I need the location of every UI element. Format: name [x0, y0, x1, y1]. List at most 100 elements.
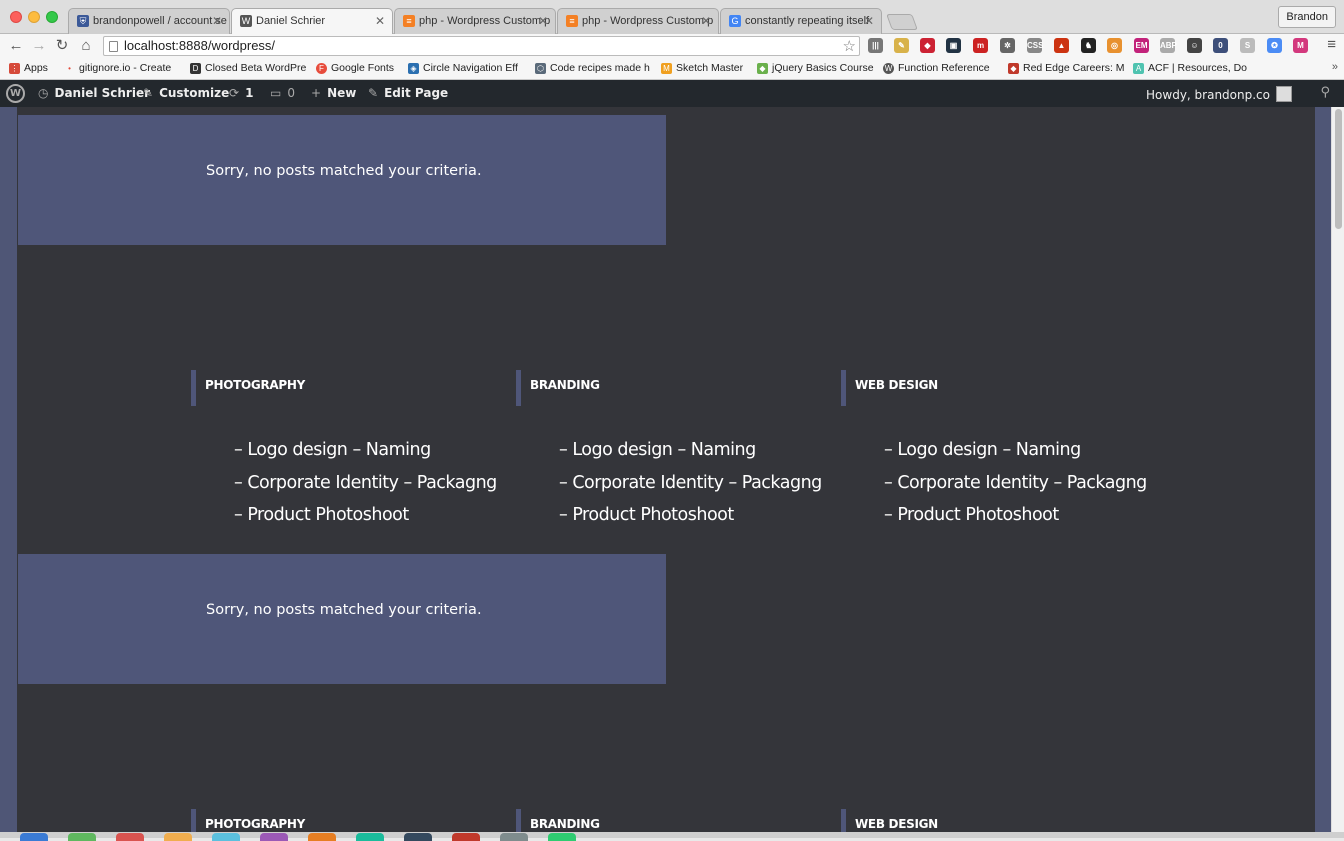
updates-count: 1	[245, 86, 254, 100]
s-ext-icon[interactable]: S	[1240, 38, 1255, 53]
wordpress-icon: W	[883, 63, 894, 74]
ruby-ext-icon[interactable]: ◆	[920, 38, 935, 53]
bookmark-label: Code recipes made h	[550, 62, 650, 74]
new-tab-button[interactable]	[886, 14, 918, 30]
page-viewport: Sorry, no posts matched your criteria. P…	[0, 107, 1344, 838]
closed-beta-icon: D	[190, 63, 201, 74]
dock-app-icon[interactable]	[548, 833, 576, 841]
browser-tab[interactable]: G constantly repeating itself ✕	[720, 8, 882, 34]
tab-title: constantly repeating itself	[745, 15, 870, 27]
admin-edit-page[interactable]: ✎ Edit Page	[368, 86, 448, 100]
home-icon[interactable]: ⌂	[76, 36, 96, 56]
page-body: Sorry, no posts matched your criteria. P…	[17, 107, 1315, 838]
service-list: – Logo design – Naming – Corporate Ident…	[191, 440, 497, 538]
css-ext-icon[interactable]: CSS	[1027, 38, 1043, 53]
profile-button[interactable]: Brandon	[1278, 6, 1336, 28]
browser-tab[interactable]: ≡ php - Wordpress Custom p ✕	[557, 8, 719, 34]
admin-comments[interactable]: ▭ 0	[270, 86, 295, 100]
apps-grid-icon: ⋮	[9, 63, 20, 74]
bookmark-star-icon[interactable]: ☆	[843, 37, 856, 55]
admin-customize[interactable]: ✎ Customize	[143, 86, 229, 100]
dock-app-icon[interactable]	[356, 833, 384, 841]
codrops-icon: ◈	[408, 63, 419, 74]
bookmarks-ext-icon[interactable]: |||	[868, 38, 883, 53]
m-ext-icon[interactable]: m	[973, 38, 988, 53]
reload-icon[interactable]: ↻	[52, 36, 72, 56]
dock-app-icon[interactable]	[500, 833, 528, 841]
search-icon[interactable]: ⚲	[1320, 85, 1330, 100]
admin-account[interactable]: Howdy, brandonp.co	[1146, 86, 1292, 102]
admin-updates[interactable]: ⟳ 1	[229, 86, 253, 100]
wordpress-logo-icon[interactable]: W	[6, 84, 25, 103]
bug-ext-icon[interactable]: ✲	[1000, 38, 1015, 53]
bookmark-google-fonts[interactable]: F Google Fonts	[316, 62, 394, 74]
dock-app-icon[interactable]	[20, 833, 48, 841]
arrow-ext-icon[interactable]: ▲	[1054, 38, 1069, 53]
dock-app-icon[interactable]	[116, 833, 144, 841]
bookmark-code-recipes[interactable]: ⬡ Code recipes made h	[535, 62, 650, 74]
script-m-ext-icon[interactable]: M	[1293, 38, 1308, 53]
bookmark-function-reference[interactable]: W Function Reference	[883, 62, 990, 74]
service-item: – Product Photoshoot	[234, 505, 409, 525]
bookmarks-overflow-icon[interactable]: »	[1332, 61, 1338, 73]
brush-icon: ✎	[143, 86, 154, 100]
dock-app-icon[interactable]	[308, 833, 336, 841]
forward-arrow-icon[interactable]: →	[29, 36, 49, 56]
bookmark-acf-resources[interactable]: A ACF | Resources, Do	[1133, 62, 1247, 74]
tab-close-icon[interactable]: ✕	[212, 14, 222, 28]
github-favicon-icon: ⛨	[77, 15, 89, 27]
service-column-web-design: WEB DESIGN – Logo design – Naming – Corp…	[841, 370, 1147, 538]
window-minimize-button[interactable]	[28, 11, 40, 23]
red-edge-icon: ◆	[1008, 63, 1019, 74]
abp-ext-icon[interactable]: ABP	[1160, 38, 1177, 53]
window-close-button[interactable]	[10, 11, 22, 23]
dock-app-icon[interactable]	[452, 833, 480, 841]
notice-text: Sorry, no posts matched your criteria.	[206, 602, 482, 618]
address-bar[interactable]: localhost:8888/wordpress/ ☆	[103, 36, 860, 56]
dock-app-icon[interactable]	[260, 833, 288, 841]
bookmark-label: Closed Beta WordPre	[205, 62, 307, 74]
browser-menu-icon[interactable]: ≡	[1327, 36, 1336, 53]
service-item: – Corporate Identity – Packagng	[234, 472, 497, 493]
admin-site-name[interactable]: ◷ Daniel Schrier	[38, 86, 150, 100]
browser-tab-active[interactable]: W Daniel Schrier ✕	[231, 8, 393, 35]
tab-close-icon[interactable]: ✕	[701, 14, 711, 28]
panda-ext-icon[interactable]: ☺	[1187, 38, 1202, 53]
window-maximize-button[interactable]	[46, 11, 58, 23]
service-item: – Logo design – Naming	[559, 440, 756, 460]
dock-app-icon[interactable]	[164, 833, 192, 841]
bookmark-circle-navigation[interactable]: ◈ Circle Navigation Eff	[408, 62, 518, 74]
pencil-icon: ✎	[368, 86, 379, 100]
bookmark-sketch-master[interactable]: M Sketch Master	[661, 62, 743, 74]
admin-new[interactable]: + New	[311, 86, 356, 100]
tab-title: php - Wordpress Custom p	[419, 15, 551, 27]
figure-ext-icon[interactable]: ♞	[1081, 38, 1096, 53]
bookmark-jquery-basics[interactable]: ◆ jQuery Basics Course	[757, 62, 874, 74]
bookmark-gitignore[interactable]: • gitignore.io - Create	[64, 62, 171, 74]
page-scrollbar[interactable]	[1331, 107, 1344, 838]
browser-tab[interactable]: ≡ php - Wordpress Custom p ✕	[394, 8, 556, 34]
browser-tab[interactable]: ⛨ brandonpowell / account se ✕	[68, 8, 230, 34]
service-column-photography: PHOTOGRAPHY – Logo design – Naming – Cor…	[191, 370, 497, 538]
updates-icon: ⟳	[229, 86, 240, 100]
onetab-ext-icon[interactable]: 0	[1213, 38, 1228, 53]
acf-icon: A	[1133, 63, 1144, 74]
dark-ext-icon[interactable]: ▣	[946, 38, 961, 53]
scrollbar-thumb[interactable]	[1335, 109, 1342, 229]
tab-close-icon[interactable]: ✕	[375, 14, 385, 28]
bookmark-label: Function Reference	[898, 62, 990, 74]
orange-ext-icon[interactable]: ◎	[1107, 38, 1122, 53]
bookmark-apps[interactable]: ⋮ Apps	[9, 62, 48, 74]
blue-ext-icon[interactable]: ✪	[1267, 38, 1282, 53]
em-ext-icon[interactable]: EM	[1134, 38, 1149, 53]
bookmark-closed-beta[interactable]: D Closed Beta WordPre	[190, 62, 306, 74]
notes-ext-icon[interactable]: ✎	[894, 38, 909, 53]
tab-close-icon[interactable]: ✕	[538, 14, 548, 28]
back-arrow-icon[interactable]: ←	[6, 36, 26, 56]
bookmark-label: Sketch Master	[676, 62, 744, 74]
dock-app-icon[interactable]	[212, 833, 240, 841]
tab-close-icon[interactable]: ✕	[864, 14, 874, 28]
dock-app-icon[interactable]	[68, 833, 96, 841]
dock-app-icon[interactable]	[404, 833, 432, 841]
bookmark-red-edge[interactable]: ◆ Red Edge Careers: M	[1008, 62, 1125, 74]
